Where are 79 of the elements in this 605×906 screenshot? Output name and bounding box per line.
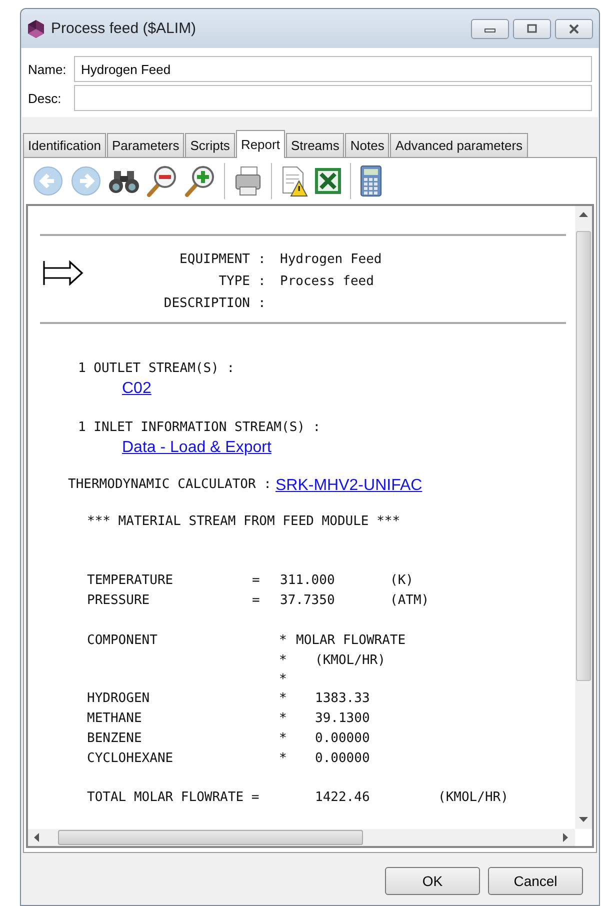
spreadsheet-icon[interactable] bbox=[314, 167, 342, 195]
tab[interactable]: Parameters bbox=[107, 133, 184, 157]
scroll-left-icon[interactable] bbox=[34, 833, 40, 842]
printer-icon[interactable] bbox=[233, 165, 263, 197]
colon: : bbox=[258, 251, 267, 269]
tab[interactable]: Report bbox=[236, 130, 285, 158]
unit-label: (K) bbox=[390, 572, 414, 590]
field-label: Name: bbox=[28, 62, 68, 76]
column-heading: MOLAR FLOWRATE bbox=[296, 632, 407, 650]
colon: : bbox=[258, 273, 267, 291]
report-label: DESCRIPTION bbox=[162, 295, 251, 313]
colon: : bbox=[258, 295, 267, 313]
minimize-button[interactable] bbox=[471, 18, 509, 38]
cube-icon bbox=[27, 18, 45, 38]
asterisk: * bbox=[279, 750, 288, 768]
report-value: Process feed bbox=[280, 273, 375, 291]
report-label: THERMODYNAMIC CALCULATOR : bbox=[68, 476, 272, 494]
scroll-down-icon[interactable] bbox=[579, 817, 588, 823]
equals-sign: = bbox=[252, 592, 261, 610]
horizontal-scrollbar[interactable] bbox=[28, 829, 575, 846]
tab[interactable]: Identification bbox=[23, 133, 106, 157]
scroll-right-icon[interactable] bbox=[563, 833, 569, 842]
report-label: TYPE bbox=[218, 273, 251, 291]
property-name: PRESSURE bbox=[87, 592, 151, 610]
asterisk: * bbox=[279, 710, 288, 728]
tab[interactable]: Streams bbox=[286, 133, 344, 157]
property-name: TEMPERATURE bbox=[87, 572, 174, 590]
field-label: Desc: bbox=[28, 90, 62, 106]
component-name: HYDROGEN bbox=[87, 690, 151, 708]
document-warning-icon[interactable] bbox=[280, 165, 308, 197]
unit-label: (KMOL/HR) bbox=[314, 652, 386, 670]
scroll-thumb[interactable] bbox=[576, 231, 591, 681]
feed-arrow-icon bbox=[42, 260, 84, 286]
total-value: 1422.46 bbox=[315, 789, 371, 807]
tab[interactable]: Notes bbox=[345, 133, 390, 157]
tab[interactable]: Advanced parameters bbox=[390, 133, 528, 157]
stream-link[interactable]: Data - Load & Export bbox=[122, 438, 272, 457]
report-label: 1 OUTLET STREAM(S) : bbox=[78, 360, 236, 378]
component-name: METHANE bbox=[87, 710, 143, 728]
report-label: 1 INLET INFORMATION STREAM(S) : bbox=[78, 419, 322, 437]
report-value: Hydrogen Feed bbox=[280, 251, 382, 269]
vertical-scrollbar[interactable] bbox=[575, 206, 592, 829]
section-title: *** MATERIAL STREAM FROM FEED MODULE *** bbox=[86, 513, 402, 531]
cancel-button[interactable]: Cancel bbox=[488, 867, 583, 895]
component-name: CYCLOHEXANE bbox=[87, 750, 174, 768]
report-label: EQUIPMENT bbox=[178, 251, 251, 269]
flowrate-value: 0.00000 bbox=[314, 730, 371, 748]
flowrate-value: 39.1300 bbox=[314, 710, 371, 728]
calculator-link[interactable]: SRK-MHV2-UNIFAC bbox=[276, 476, 422, 494]
asterisk: * bbox=[279, 671, 288, 689]
zoom-out-icon[interactable] bbox=[146, 165, 178, 197]
close-icon bbox=[568, 24, 580, 34]
asterisk: * bbox=[279, 652, 288, 670]
window-title: Process feed ($ALIM) bbox=[51, 20, 198, 37]
tab[interactable]: Scripts bbox=[185, 133, 235, 157]
scroll-thumb[interactable] bbox=[58, 830, 363, 845]
input-field[interactable] bbox=[74, 85, 592, 111]
flowrate-value: 0.00000 bbox=[314, 750, 371, 768]
zoom-in-icon[interactable] bbox=[184, 165, 216, 197]
property-value: 311.000 bbox=[280, 572, 336, 590]
input-field[interactable]: Hydrogen Feed bbox=[74, 56, 592, 82]
maximize-button[interactable] bbox=[513, 18, 551, 38]
equals-sign: = bbox=[252, 572, 261, 590]
close-button[interactable] bbox=[555, 18, 593, 38]
flowrate-value: 1383.33 bbox=[314, 690, 371, 708]
component-name: BENZENE bbox=[87, 730, 143, 748]
property-value: 37.7350 bbox=[280, 592, 336, 610]
scroll-up-icon[interactable] bbox=[579, 212, 588, 218]
unit-label: (KMOL/HR) bbox=[438, 789, 510, 807]
ok-button[interactable]: OK bbox=[385, 867, 480, 895]
asterisk: * bbox=[279, 690, 288, 708]
asterisk: * bbox=[279, 730, 288, 748]
total-label: TOTAL MOLAR FLOWRATE = bbox=[87, 789, 260, 807]
column-heading: COMPONENT bbox=[87, 632, 158, 650]
asterisk: * bbox=[279, 632, 288, 650]
unit-label: (ATM) bbox=[390, 592, 430, 610]
stream-link[interactable]: C02 bbox=[122, 379, 152, 398]
maximize-icon bbox=[526, 24, 538, 34]
calculator-icon[interactable] bbox=[359, 165, 383, 197]
